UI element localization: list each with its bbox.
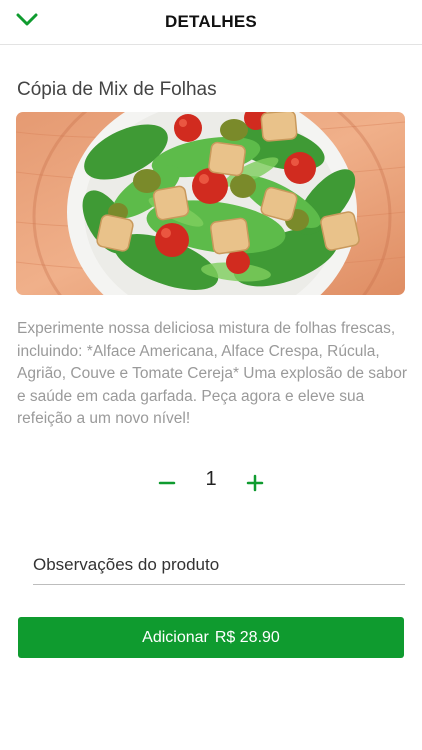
quantity-value: 1: [205, 468, 217, 490]
product-name: Cópia de Mix de Folhas: [17, 79, 217, 100]
add-button-price: R$ 28.90: [214, 628, 280, 646]
plus-icon: [246, 474, 264, 497]
product-notes-input[interactable]: [33, 546, 405, 585]
decrease-quantity-button[interactable]: [152, 470, 182, 500]
increase-quantity-button[interactable]: [240, 470, 270, 500]
product-image: [16, 112, 405, 295]
add-button-label: Adicionar: [142, 628, 209, 646]
product-description: Experimente nossa deliciosa mistura de f…: [17, 320, 408, 427]
page-title: DETALHES: [165, 12, 257, 31]
quantity-stepper: 1: [0, 466, 422, 506]
add-to-cart-button[interactable]: Adicionar R$ 28.90: [18, 617, 404, 658]
minus-icon: [158, 474, 176, 497]
top-bar: DETALHES: [0, 0, 422, 45]
